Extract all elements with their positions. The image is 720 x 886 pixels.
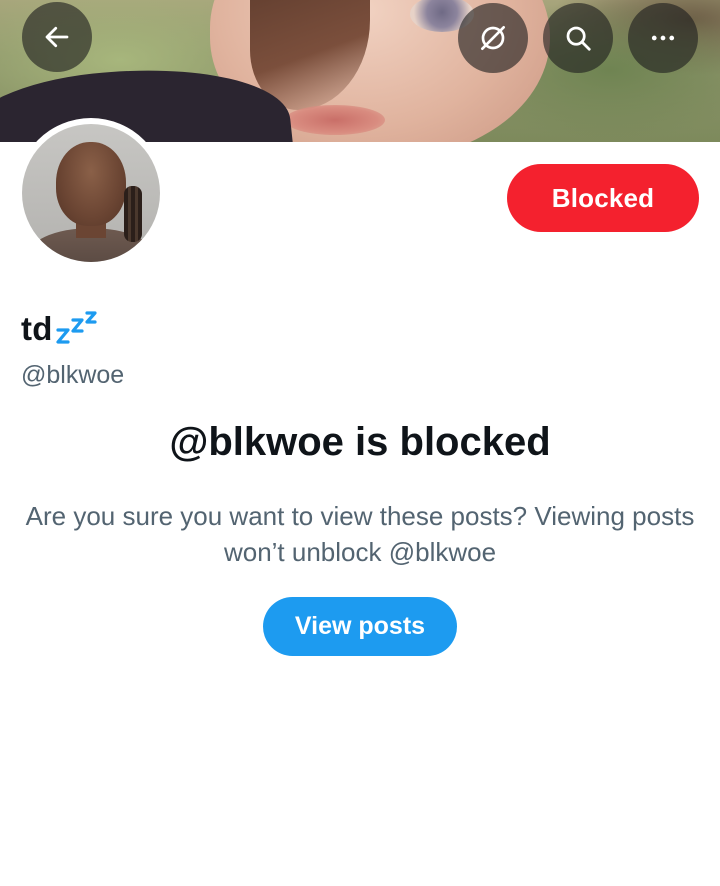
profile-page: Blocked td @blkwoe @blkwoe is blocked Ar…	[0, 0, 720, 886]
zzz-emoji-icon	[56, 311, 97, 344]
more-horizontal-icon	[651, 35, 675, 41]
view-posts-button[interactable]: View posts	[263, 597, 457, 656]
blocked-title: @blkwoe is blocked	[169, 420, 551, 464]
avatar[interactable]	[22, 124, 160, 262]
blocked-button[interactable]: Blocked	[507, 164, 699, 232]
translate-off-icon	[481, 26, 505, 50]
display-name: td	[21, 310, 53, 347]
display-name-row: td	[21, 308, 101, 348]
search-icon	[566, 26, 591, 51]
blocked-description: Are you sure you want to view these post…	[25, 501, 695, 567]
translate-button[interactable]	[458, 3, 528, 73]
arrow-left-icon	[45, 26, 69, 48]
search-button[interactable]	[543, 3, 613, 73]
more-options-button[interactable]	[628, 3, 698, 73]
back-button[interactable]	[22, 2, 92, 72]
profile-handle: @blkwoe	[21, 361, 125, 389]
